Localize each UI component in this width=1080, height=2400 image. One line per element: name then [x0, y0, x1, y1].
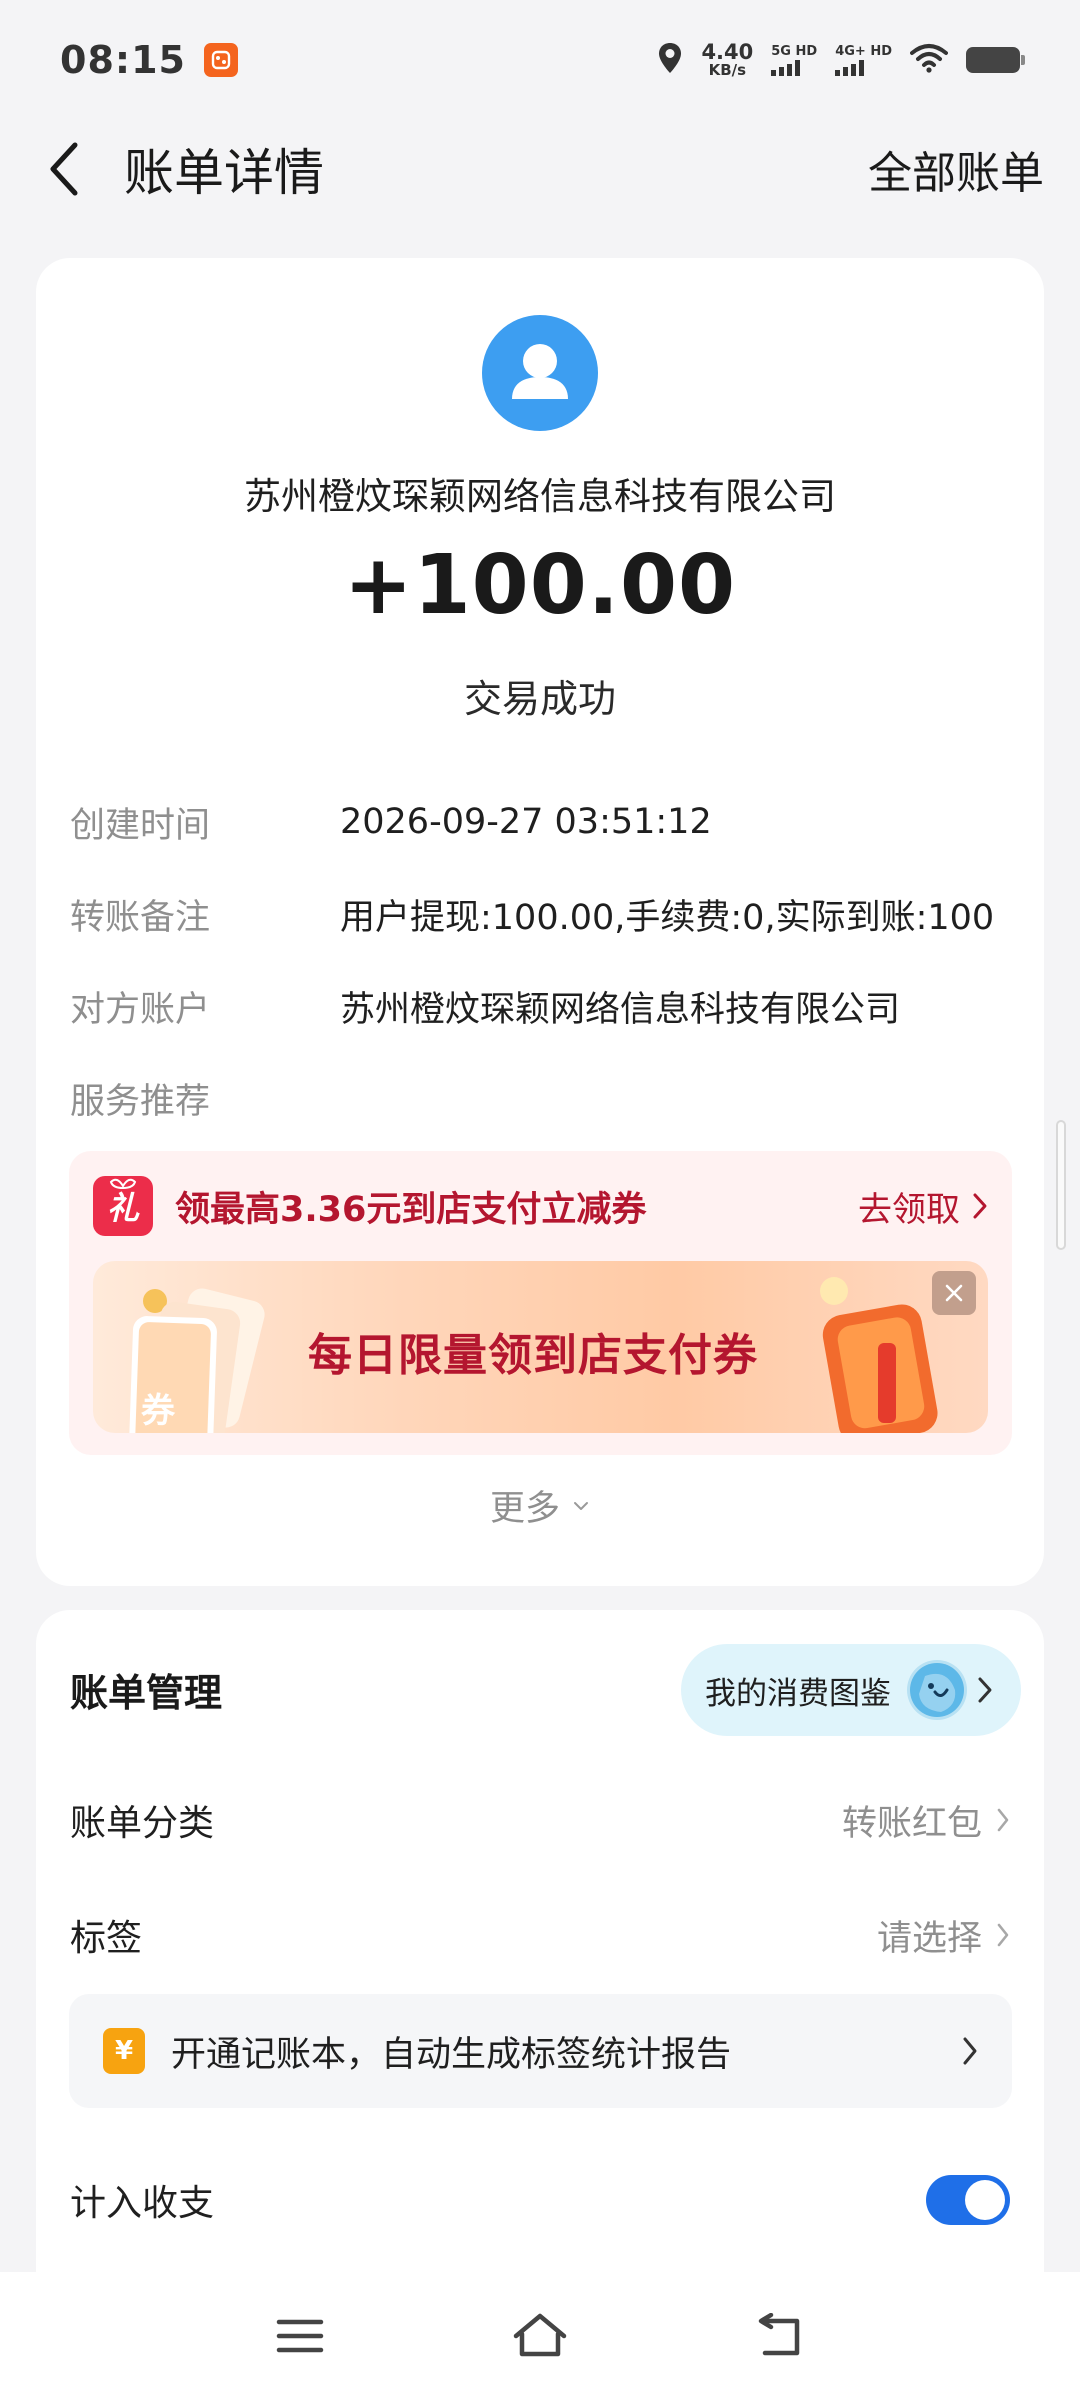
all-bills-link[interactable]: 全部账单 — [868, 137, 1044, 201]
yen-icon: ¥ — [103, 2028, 145, 2074]
section-title: 账单管理 — [70, 1671, 223, 1715]
consumption-atlas-button[interactable]: 我的消费图鉴 — [681, 1644, 1021, 1736]
menu-button[interactable] — [255, 2296, 345, 2376]
net-speed: 4.40 KB/s — [701, 42, 753, 78]
page-title: 账单详情 — [124, 144, 324, 202]
merchant-name: 苏州橙炆琛颖网络信息科技有限公司 — [244, 475, 836, 518]
sim1-label: 5G HD — [771, 43, 818, 59]
chevron-down-icon — [574, 1501, 588, 1510]
more-button[interactable]: 更多 — [36, 1480, 1044, 1531]
system-nav-bar — [0, 2272, 1080, 2400]
detail-value: 用户提现:100.00,手续费:0,实际到账:100 — [340, 897, 995, 938]
detail-row-service: 服务推荐 — [70, 1068, 340, 1128]
tag-row[interactable]: 标签 请选择 — [70, 1900, 1010, 1970]
wifi-icon — [910, 43, 948, 77]
promo-header: 礼 领最高3.36元到店支付立减券 去领取 — [69, 1151, 1012, 1261]
detail-value: 2026-09-27 03:51:12 — [340, 802, 712, 842]
gift-icon: 礼 — [93, 1176, 153, 1236]
promo-card[interactable]: 礼 领最高3.36元到店支付立减券 去领取 券 每日限量领到店支付券 — [69, 1151, 1012, 1455]
tag-label: 标签 — [70, 1918, 143, 1959]
coupon-glyph: 券 — [141, 1391, 175, 1431]
user-icon — [482, 315, 598, 431]
gift-glyph: 礼 — [106, 1189, 139, 1227]
back-button[interactable] — [36, 139, 92, 199]
count-income-label: 计入收支 — [70, 2183, 215, 2224]
count-income-row: 计入收支 — [70, 2165, 1010, 2235]
signal-icon: 4G+ HD — [835, 45, 892, 76]
detail-label: 创建时间 — [70, 805, 211, 846]
chevron-left-icon — [50, 142, 78, 196]
scrollbar-thumb[interactable] — [1056, 1120, 1066, 1250]
transaction-card: 苏州橙炆琛颖网络信息科技有限公司 +100.00 交易成功 创建时间 2026-… — [36, 258, 1044, 1586]
bill-category-row[interactable]: 账单分类 转账红包 — [70, 1785, 1010, 1855]
close-icon — [945, 1284, 963, 1302]
detail-row-created-time: 创建时间 2026-09-27 03:51:12 — [70, 792, 712, 852]
promo-claim-label: 去领取 — [858, 1189, 960, 1230]
detail-value[interactable]: 苏州橙炆琛颖网络信息科技有限公司 — [340, 981, 900, 1032]
chevron-right-icon — [978, 1677, 992, 1703]
bill-category-value: 转账红包 — [841, 1803, 982, 1844]
promo-claim-button[interactable]: 去领取 — [858, 1182, 988, 1231]
home-button[interactable] — [495, 2296, 585, 2376]
chevron-right-icon — [963, 2037, 977, 2065]
bill-category-label: 账单分类 — [70, 1803, 215, 1844]
status-bar: 08:15 4.40 KB/s 5G HD 4G+ HD — [0, 0, 1080, 120]
consumption-atlas-label: 我的消费图鉴 — [705, 1675, 891, 1712]
battery-icon — [966, 47, 1025, 73]
detail-label: 转账备注 — [70, 897, 211, 938]
signal-icon: 5G HD — [771, 45, 817, 76]
mascot-icon — [907, 1660, 967, 1720]
home-icon — [513, 2313, 567, 2357]
back-nav-button[interactable] — [735, 2296, 825, 2376]
transaction-status: 交易成功 — [463, 677, 616, 721]
ledger-text: 开通记账本，自动生成标签统计报告 — [171, 2034, 732, 2075]
back-icon — [758, 2313, 800, 2356]
sim2-label: 4G+ HD — [835, 43, 892, 59]
app-badge-icon — [203, 43, 238, 77]
header: 账单详情 全部账单 — [0, 125, 1080, 213]
promo-banner[interactable]: 券 每日限量领到店支付券 — [93, 1261, 988, 1433]
chevron-right-icon — [997, 1923, 1009, 1947]
promo-banner-text: 每日限量领到店支付券 — [308, 1330, 758, 1381]
chevron-right-icon — [973, 1193, 987, 1219]
detail-row-memo: 转账备注 用户提现:100.00,手续费:0,实际到账:100 — [70, 884, 994, 944]
detail-label: 对方账户 — [70, 989, 211, 1030]
amount: +100.00 — [343, 538, 737, 633]
detail-row-counterparty: 对方账户 苏州橙炆琛颖网络信息科技有限公司 — [70, 976, 900, 1036]
more-label: 更多 — [489, 1489, 560, 1529]
promo-text: 领最高3.36元到店支付立减券 — [175, 1189, 647, 1230]
menu-icon — [276, 2319, 324, 2353]
status-time: 08:15 — [60, 38, 186, 82]
count-income-toggle[interactable] — [926, 2175, 1010, 2225]
status-indicators: 4.40 KB/s 5G HD 4G+ HD — [657, 42, 1025, 78]
ledger-banner[interactable]: ¥ 开通记账本，自动生成标签统计报告 — [69, 1994, 1012, 2108]
net-speed-unit: KB/s — [708, 61, 747, 79]
detail-label: 服务推荐 — [70, 1081, 211, 1122]
close-banner-button[interactable] — [932, 1271, 976, 1315]
chevron-right-icon — [997, 1808, 1009, 1832]
net-speed-value: 4.40 — [701, 40, 754, 64]
location-icon — [657, 42, 683, 78]
tag-value: 请选择 — [876, 1918, 982, 1959]
